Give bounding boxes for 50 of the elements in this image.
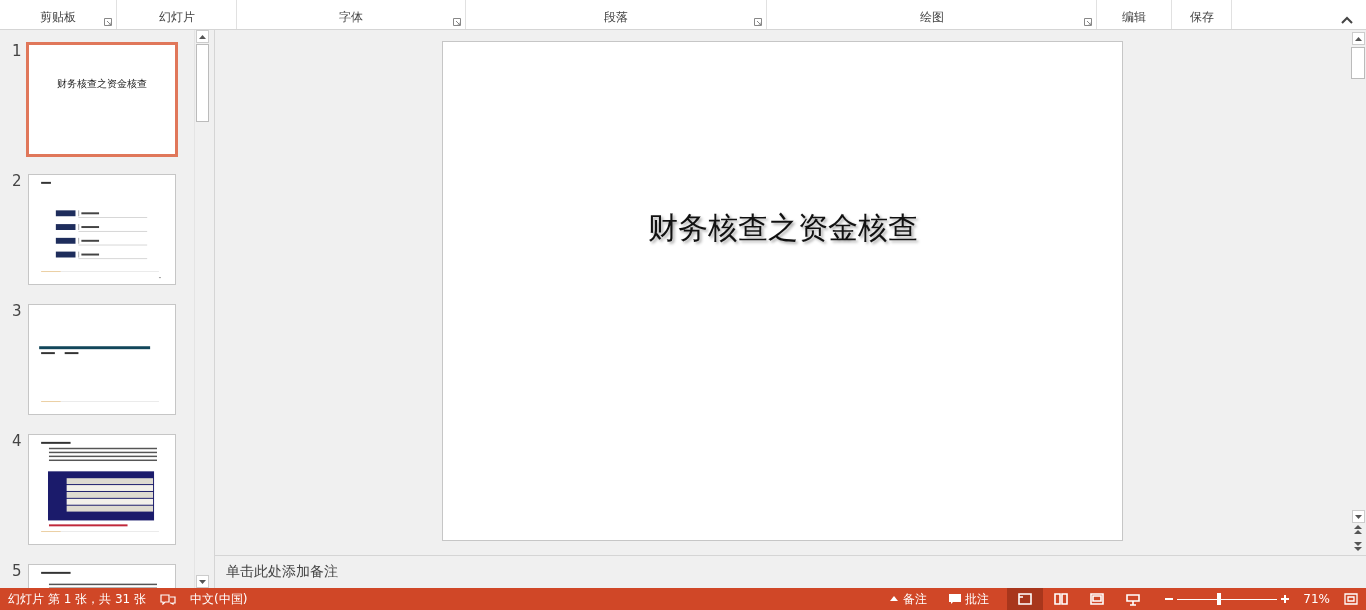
- dialog-launcher-icon[interactable]: [1084, 18, 1092, 26]
- slide-number: 3: [11, 304, 23, 318]
- slide-thumbnail[interactable]: [28, 174, 176, 285]
- ribbon-group-label: 段落: [604, 9, 628, 26]
- ribbon-group-label: 字体: [339, 9, 363, 26]
- fit-slide-icon[interactable]: [1344, 593, 1358, 605]
- slideshow-icon: [1125, 592, 1142, 606]
- comment-icon: [949, 594, 962, 604]
- normal-view-icon: [1017, 592, 1034, 606]
- down-arrow-icon: [1354, 514, 1362, 519]
- ribbon-group-label: 保存: [1189, 9, 1214, 26]
- ribbon-group-label: 剪贴板: [40, 9, 76, 26]
- dialog-launcher-icon[interactable]: [104, 18, 112, 26]
- slide-thumbnail[interactable]: 财务核查之资金核查: [26, 42, 178, 157]
- scrollbar-thumb[interactable]: [1351, 47, 1365, 79]
- down-arrow-icon: [199, 579, 206, 584]
- slide-number: 1: [11, 44, 23, 58]
- slide-title[interactable]: 财务核查之资金核查: [647, 208, 918, 248]
- slide-thumbnail[interactable]: [28, 304, 176, 415]
- slide-canvas[interactable]: 财务核查之资金核查: [442, 41, 1123, 541]
- comments-button[interactable]: 批注: [945, 588, 994, 610]
- zoom-in-icon[interactable]: [1281, 595, 1290, 603]
- notes-button[interactable]: 备注: [885, 588, 932, 610]
- ribbon-group-label: 幻灯片: [158, 9, 195, 26]
- scrollbar-thumb[interactable]: [196, 44, 209, 122]
- scroll-up-button[interactable]: [196, 30, 209, 43]
- up-arrow-icon: [1354, 36, 1362, 41]
- slide-number: 4: [11, 434, 23, 448]
- ribbon-group-label: 绘图: [919, 9, 944, 26]
- scroll-up-button[interactable]: [1351, 32, 1365, 45]
- normal-view-button[interactable]: [1007, 588, 1044, 610]
- grid-view-icon: [1053, 592, 1070, 606]
- up-arrow-icon: [199, 34, 206, 39]
- scroll-down-button[interactable]: [1351, 510, 1365, 523]
- collapse-ribbon-icon[interactable]: [1340, 15, 1354, 25]
- notes-placeholder[interactable]: 单击此处添加备注: [226, 563, 338, 581]
- slide-title: 财务核查之资金核查: [56, 77, 148, 91]
- slide-number: 5: [11, 564, 23, 578]
- zoom-slider-thumb[interactable]: [1217, 593, 1222, 605]
- dialog-launcher-icon[interactable]: [754, 18, 762, 26]
- ribbon-group-label: 编辑: [1122, 9, 1146, 26]
- language-indicator[interactable]: 中文(中国): [190, 590, 248, 608]
- dialog-launcher-icon[interactable]: [453, 18, 461, 26]
- reading-view-icon: [1089, 592, 1106, 606]
- scroll-down-button[interactable]: [196, 575, 209, 588]
- slide-count: 幻灯片 第 1 张，共 31 张: [8, 590, 146, 608]
- slide-number: 2: [11, 174, 23, 188]
- notes-icon: [889, 594, 900, 604]
- zoom-percentage[interactable]: 71%: [1303, 592, 1330, 606]
- slide-thumbnail[interactable]: [28, 434, 176, 545]
